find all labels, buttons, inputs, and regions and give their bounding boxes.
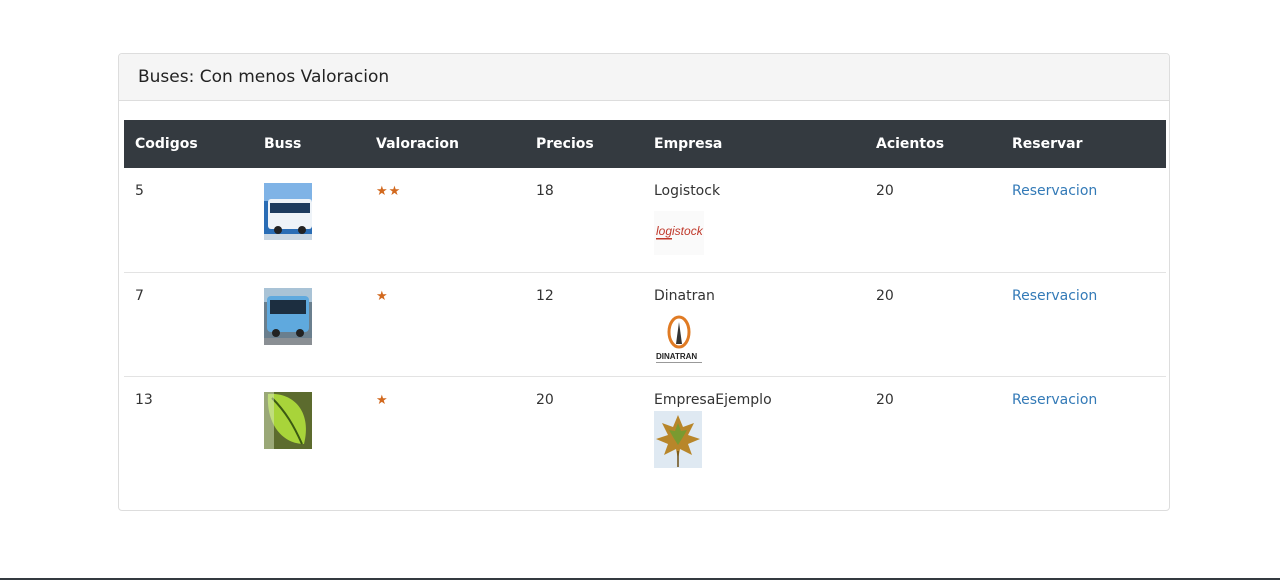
cell-valoracion: ★ — [365, 271, 525, 376]
cell-codigo: 5 — [135, 183, 144, 199]
cell-precio: 18 — [536, 183, 554, 199]
cell-empresa: Dinatran DINATRAN — [643, 271, 865, 376]
footer-divider — [0, 578, 1280, 580]
cell-valoracion: ★★ — [365, 168, 525, 272]
cell-valoracion: ★ — [365, 375, 525, 480]
cell-reservar: Reservacion — [1001, 168, 1166, 272]
reservacion-link[interactable]: Reservacion — [1012, 183, 1097, 199]
cell-reservar: Reservacion — [1001, 375, 1166, 480]
cell-precio: 12 — [525, 271, 643, 376]
cell-acientos: 20 — [865, 271, 1001, 376]
cell-bus-image — [253, 271, 365, 376]
cell-reservar: Reservacion — [1001, 271, 1166, 376]
header-empresa: Empresa — [654, 136, 723, 152]
panel-heading: Buses: Con menos Valoracion — [119, 54, 1169, 101]
cell-bus-image — [253, 375, 365, 480]
cell-acientos: 20 — [876, 183, 894, 199]
rating-stars: ★ — [376, 288, 389, 304]
empresa-name: EmpresaEjemplo — [654, 391, 772, 408]
table-row: 13 ★ 20 EmpresaEjemplo 20 Reservacion — [124, 375, 1166, 480]
logistock-logo-text: logistock — [656, 224, 704, 238]
header-precios: Precios — [536, 136, 594, 152]
cell-bus-image — [253, 168, 365, 272]
header-buss: Buss — [264, 136, 302, 152]
bus-image[interactable] — [264, 183, 312, 240]
cell-empresa: EmpresaEjemplo — [643, 375, 865, 480]
buses-panel: Buses: Con menos Valoracion Codigos Buss… — [118, 53, 1170, 511]
buses-table: Codigos Buss Valoracion Precios Empresa … — [124, 120, 1166, 480]
header-reservar: Reservar — [1012, 136, 1083, 152]
table-row: 5 ★★ 18 Logistock logistock 20 Reservaci… — [124, 168, 1166, 272]
header-codigos: Codigos — [135, 136, 198, 152]
panel-title: Buses: Con menos Valoracion — [138, 67, 390, 87]
table-row: 7 ★ 12 Dinatran DINATRAN 20 Reservacion — [124, 271, 1166, 376]
logistock-logo[interactable]: logistock — [654, 211, 704, 255]
cell-acientos: 20 — [865, 375, 1001, 480]
header-acientos: Acientos — [876, 136, 945, 152]
cell-codigo: 13 — [124, 375, 253, 480]
cell-precio: 20 — [525, 375, 643, 480]
reservacion-link[interactable]: Reservacion — [1012, 392, 1097, 408]
rating-stars: ★ — [376, 392, 389, 408]
empresa-name: Dinatran — [654, 287, 715, 304]
table-header-row: Codigos Buss Valoracion Precios Empresa … — [124, 120, 1166, 168]
dinatran-logo-text: DINATRAN — [656, 352, 697, 361]
reservacion-link[interactable]: Reservacion — [1012, 288, 1097, 304]
leaf-image[interactable] — [264, 391, 312, 449]
maple-leaf-logo[interactable] — [654, 410, 702, 468]
dinatran-logo[interactable]: DINATRAN — [654, 309, 704, 370]
cell-codigo: 7 — [124, 271, 253, 376]
rating-stars: ★★ — [376, 184, 402, 199]
bus-image[interactable] — [264, 287, 312, 345]
header-valoracion: Valoracion — [376, 136, 459, 152]
empresa-name: Logistock — [654, 183, 721, 199]
cell-empresa: Logistock logistock — [643, 168, 865, 272]
